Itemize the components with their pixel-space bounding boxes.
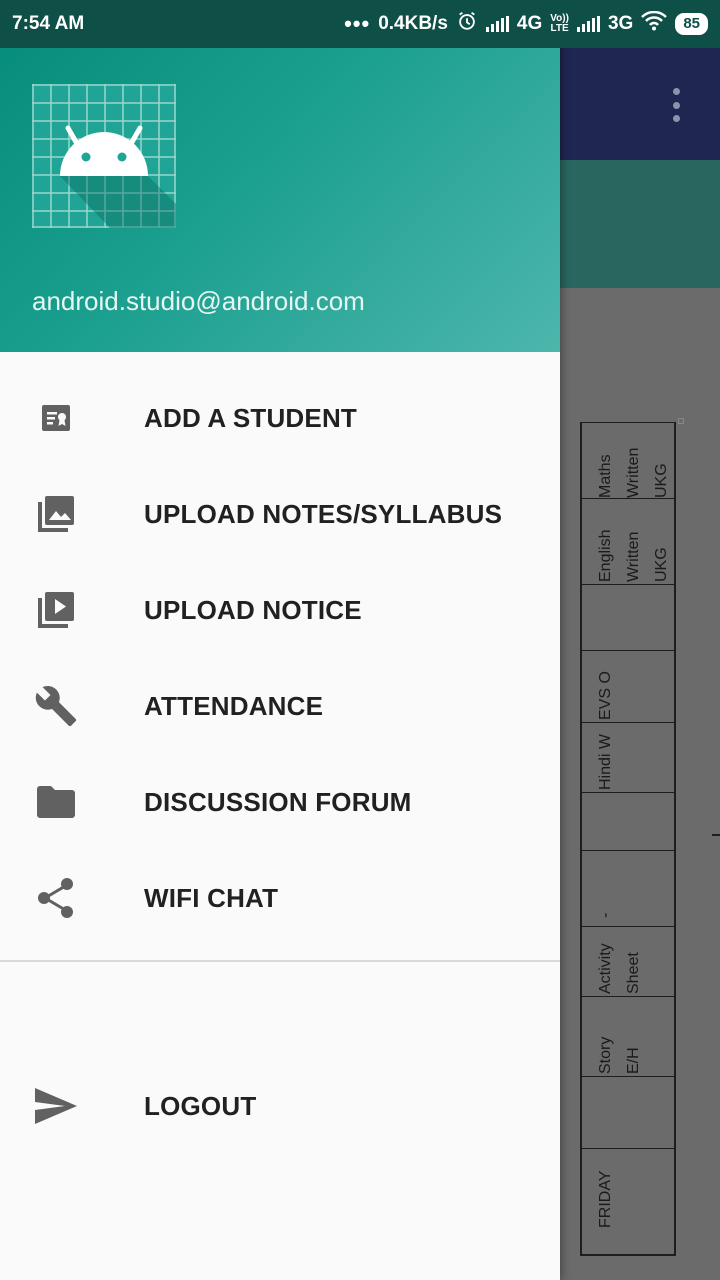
menu-item-label: WIFI CHAT xyxy=(144,882,279,913)
more-notifications-icon: ••• xyxy=(344,11,371,36)
timetable-cell: - xyxy=(597,912,614,918)
timetable-cell: EVS O xyxy=(597,671,614,720)
status-bar: 7:54 AM ••• 0.4KB/s 4G Vo)) LTE 3G 85 xyxy=(0,0,720,48)
photo-library-icon xyxy=(34,492,78,536)
menu-item-upload-notice[interactable]: UPLOAD NOTICE xyxy=(0,562,560,658)
signal-icon xyxy=(485,16,509,32)
navigation-drawer: android.studio@android.com ADD A STUDENT… xyxy=(0,0,560,1280)
drawer-header: android.studio@android.com xyxy=(0,0,560,352)
timetable-cell: English Written UKG xyxy=(597,529,670,582)
wifi-icon xyxy=(641,10,668,37)
alarm-icon xyxy=(456,10,478,38)
timetable-grid: Maths Written UKG English Written UKG EV… xyxy=(580,422,676,1256)
add-student-icon xyxy=(34,396,78,440)
menu-item-wifi-chat[interactable]: WIFI CHAT xyxy=(0,850,560,946)
user-email: android.studio@android.com xyxy=(32,286,365,316)
overflow-menu-icon[interactable] xyxy=(672,88,680,122)
timetable-cell: Activity Sheet xyxy=(597,943,642,994)
timetable-cell: Story E/H xyxy=(597,1036,642,1074)
folder-icon xyxy=(34,780,78,824)
timetable-mark xyxy=(712,834,720,836)
menu-item-label: LOGOUT xyxy=(144,1090,257,1121)
menu-item-label: UPLOAD NOTES/SYLLABUS xyxy=(144,498,503,529)
menu-item-discussion-forum[interactable]: DISCUSSION FORUM xyxy=(0,754,560,850)
battery-icon: 85 xyxy=(675,13,708,35)
volte-indicator: Vo)) LTE xyxy=(550,13,569,34)
menu-divider xyxy=(0,960,560,962)
menu-item-label: UPLOAD NOTICE xyxy=(144,594,362,625)
network-type-2: 3G xyxy=(607,13,634,34)
timetable-cell: FRIDAY xyxy=(597,1170,614,1228)
status-time: 7:54 AM xyxy=(12,13,85,34)
network-type-1: 4G xyxy=(516,13,543,34)
net-speed: 0.4KB/s xyxy=(378,13,448,34)
menu-item-attendance[interactable]: ATTENDANCE xyxy=(0,658,560,754)
menu-item-label: ATTENDANCE xyxy=(144,690,324,721)
wrench-icon xyxy=(34,684,78,728)
share-icon xyxy=(34,876,78,920)
crop-handle xyxy=(678,418,684,424)
signal-icon xyxy=(576,16,600,32)
video-library-icon xyxy=(34,588,78,632)
menu-item-upload-notes[interactable]: UPLOAD NOTES/SYLLABUS xyxy=(0,466,560,562)
timetable-cell: Maths Written UKG xyxy=(597,447,670,498)
menu-item-label: DISCUSSION FORUM xyxy=(144,786,412,817)
menu-item-add-student[interactable]: ADD A STUDENT xyxy=(0,370,560,466)
menu-item-label: ADD A STUDENT xyxy=(144,402,357,433)
android-robot-icon xyxy=(32,84,176,228)
send-icon xyxy=(34,1084,78,1128)
timetable-cell: Hindi W xyxy=(597,733,614,790)
menu-item-logout[interactable]: LOGOUT xyxy=(0,1058,560,1154)
